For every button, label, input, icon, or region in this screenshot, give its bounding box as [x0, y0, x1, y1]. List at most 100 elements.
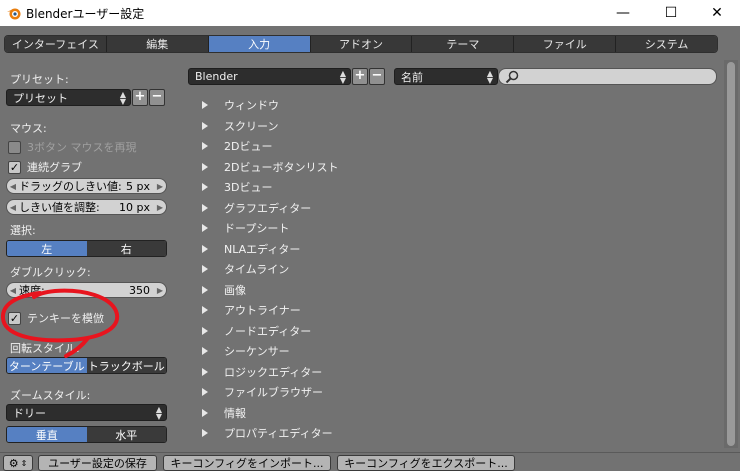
- editor-list-item-label: ノードエディター: [224, 324, 312, 338]
- keymap-search-field[interactable]: [498, 68, 717, 85]
- editor-list-item[interactable]: ロジックエディター: [200, 362, 322, 382]
- zoom-style-value: ドリー: [13, 406, 46, 420]
- editor-list-item-label: スクリーン: [224, 119, 279, 133]
- tab-interface[interactable]: インターフェイス: [5, 36, 107, 52]
- select-left-button[interactable]: 左: [7, 241, 87, 256]
- emulate-3button-checkbox[interactable]: 3ボタン マウスを再現: [8, 139, 137, 155]
- expand-triangle-icon[interactable]: [202, 244, 208, 253]
- editor-list-item-label: タイムライン: [224, 263, 290, 276]
- expand-triangle-icon[interactable]: [202, 203, 208, 212]
- increment-arrow-icon[interactable]: ▶: [154, 286, 166, 295]
- save-user-settings-button[interactable]: ユーザー設定の保存: [38, 455, 157, 471]
- expand-triangle-icon[interactable]: [202, 429, 208, 437]
- search-icon: [505, 70, 519, 83]
- export-keyconfig-button[interactable]: キーコンフィグをエクスポート...: [337, 455, 515, 471]
- tweak-threshold-label: しきい値を調整:: [19, 201, 100, 214]
- editor-list-item[interactable]: ウィンドウ: [200, 95, 279, 115]
- editor-type-menu[interactable]: ⚙ ⇕: [3, 455, 33, 471]
- drag-threshold-field[interactable]: ◀ ドラッグのしきい値: 5 px ▶: [6, 178, 167, 194]
- keymap-preset-dropdown[interactable]: Blender ▲ ▼: [188, 68, 351, 85]
- expand-triangle-icon[interactable]: [202, 388, 208, 396]
- editor-list-item-label: グラフエディター: [224, 201, 312, 215]
- increment-arrow-icon[interactable]: ▶: [154, 182, 166, 191]
- minimize-button[interactable]: —: [600, 0, 646, 26]
- zoom-horizontal-button[interactable]: 水平: [86, 427, 166, 442]
- editor-list-item[interactable]: スクリーン: [200, 116, 278, 136]
- editor-list-item[interactable]: 画像: [200, 280, 246, 300]
- editor-list-item[interactable]: 情報: [200, 403, 246, 423]
- editor-list-item[interactable]: ドープシート: [200, 218, 289, 238]
- editor-list-item[interactable]: 2Dビュー: [200, 136, 272, 156]
- updown-arrow-icon: ⇕: [20, 458, 28, 468]
- emulate-numpad-checkbox[interactable]: ✓ テンキーを模倣: [8, 310, 104, 326]
- mouse-label: マウス:: [10, 122, 47, 135]
- decrement-arrow-icon[interactable]: ◀: [7, 182, 19, 191]
- remove-keymap-preset-button[interactable]: −: [369, 68, 385, 85]
- expand-triangle-icon[interactable]: [202, 162, 208, 171]
- editor-list-item[interactable]: プロパティエディター: [200, 423, 333, 443]
- editor-list-item[interactable]: ノードエディター: [200, 321, 311, 341]
- filter-type-dropdown[interactable]: 名前 ▲ ▼: [394, 68, 498, 85]
- editor-list-item-label: シーケンサー: [224, 345, 290, 358]
- tab-input[interactable]: 入力: [208, 36, 311, 52]
- editor-list-item[interactable]: 2Dビューボタンリスト: [200, 157, 338, 177]
- expand-triangle-icon[interactable]: [202, 306, 208, 314]
- expand-triangle-icon[interactable]: [202, 265, 208, 273]
- window-title: Blenderユーザー設定: [26, 6, 145, 21]
- expand-triangle-icon[interactable]: [202, 142, 208, 150]
- add-preset-button[interactable]: +: [132, 89, 148, 106]
- zoom-style-dropdown[interactable]: ドリー ▲ ▼: [6, 404, 167, 421]
- tab-file[interactable]: ファイル: [514, 36, 617, 52]
- updown-arrow-icon: ▲ ▼: [486, 69, 493, 85]
- double-click-speed-field[interactable]: ◀ 速度: 350 ▶: [6, 282, 167, 298]
- editor-list-item[interactable]: シーケンサー: [200, 341, 290, 361]
- maximize-button[interactable]: ☐: [648, 0, 694, 26]
- select-right-button[interactable]: 右: [86, 241, 166, 256]
- zoom-vertical-button[interactable]: 垂直: [7, 427, 87, 442]
- increment-arrow-icon[interactable]: ▶: [154, 203, 166, 212]
- remove-preset-button[interactable]: −: [149, 89, 165, 106]
- orbit-style-toggle: ターンテーブル トラックボール: [6, 357, 167, 374]
- expand-triangle-icon[interactable]: [202, 224, 208, 232]
- preset-dropdown[interactable]: プリセット ▲ ▼: [6, 89, 131, 106]
- editor-list-item-label: 2Dビューボタンリスト: [224, 160, 339, 174]
- expand-triangle-icon[interactable]: [202, 183, 208, 191]
- scrollbar[interactable]: [724, 60, 738, 448]
- expand-triangle-icon[interactable]: [202, 347, 208, 355]
- expand-triangle-icon[interactable]: [202, 285, 208, 294]
- expand-triangle-icon[interactable]: [202, 121, 208, 130]
- zoom-axis-toggle: 垂直 水平: [6, 426, 167, 443]
- tab-themes[interactable]: テーマ: [412, 36, 515, 52]
- editor-list-item-label: ドープシート: [224, 222, 290, 235]
- editor-list-item-label: ウィンドウ: [224, 99, 279, 112]
- import-keyconfig-button[interactable]: キーコンフィグをインポート...: [163, 455, 331, 471]
- editor-list-item[interactable]: ファイルブラウザー: [200, 382, 323, 402]
- tab-addons[interactable]: アドオン: [310, 36, 413, 52]
- speed-value: 350: [129, 283, 150, 297]
- keymap-preset-value: Blender: [195, 70, 238, 83]
- expand-triangle-icon[interactable]: [202, 367, 208, 376]
- emulate-3button-label: 3ボタン マウスを再現: [27, 141, 137, 154]
- expand-triangle-icon[interactable]: [202, 101, 208, 109]
- editor-list-item[interactable]: アウトライナー: [200, 300, 301, 320]
- continuous-grab-checkbox[interactable]: ✓ 連続グラブ: [8, 159, 82, 175]
- scrollbar-thumb[interactable]: [727, 62, 735, 446]
- expand-triangle-icon[interactable]: [202, 326, 208, 335]
- expand-triangle-icon[interactable]: [202, 408, 208, 417]
- double-click-label: ダブルクリック:: [10, 266, 91, 279]
- orbit-turntable-button[interactable]: ターンテーブル: [7, 358, 87, 373]
- editor-list-item[interactable]: タイムライン: [200, 259, 289, 279]
- decrement-arrow-icon[interactable]: ◀: [7, 203, 19, 212]
- editor-list-item[interactable]: NLAエディター: [200, 239, 300, 259]
- orbit-style-label: 回転スタイル:: [10, 342, 80, 355]
- tweak-threshold-field[interactable]: ◀ しきい値を調整: 10 px ▶: [6, 199, 167, 215]
- editor-list-item[interactable]: 3Dビュー: [200, 177, 272, 197]
- close-button[interactable]: ✕: [694, 0, 740, 26]
- add-keymap-preset-button[interactable]: +: [352, 68, 368, 85]
- updown-arrow-icon: ▲ ▼: [339, 69, 346, 85]
- orbit-trackball-button[interactable]: トラックボール: [86, 358, 166, 373]
- tab-editing[interactable]: 編集: [106, 36, 209, 52]
- tab-system[interactable]: システム: [616, 36, 717, 52]
- editor-list-item[interactable]: グラフエディター: [200, 198, 311, 218]
- decrement-arrow-icon[interactable]: ◀: [7, 286, 19, 295]
